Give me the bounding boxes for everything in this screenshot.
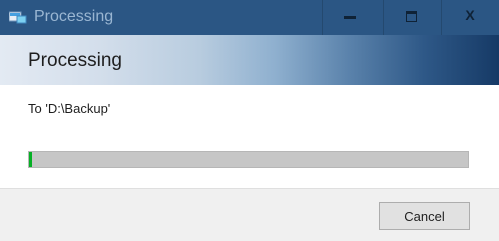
window-title: Processing	[34, 8, 114, 25]
destination-label: To 'D:\Backup'	[28, 101, 111, 116]
close-icon: X	[465, 7, 475, 23]
cancel-button[interactable]: Cancel	[379, 202, 470, 230]
minimize-icon	[344, 16, 356, 19]
title-bar[interactable]: Processing X	[0, 0, 499, 35]
progress-bar	[28, 151, 469, 168]
maximize-icon	[406, 11, 417, 22]
page-title: Processing	[28, 50, 122, 71]
close-button[interactable]: X	[441, 0, 499, 35]
progress-fill	[29, 152, 33, 167]
app-icon	[9, 11, 27, 24]
header-band: Processing	[0, 35, 499, 85]
content-area: To 'D:\Backup'	[0, 85, 499, 188]
processing-dialog: Processing X Processing To 'D:\Backup' C…	[0, 0, 499, 241]
maximize-button[interactable]	[383, 0, 440, 35]
footer: Cancel	[0, 188, 499, 241]
minimize-button[interactable]	[322, 0, 379, 35]
